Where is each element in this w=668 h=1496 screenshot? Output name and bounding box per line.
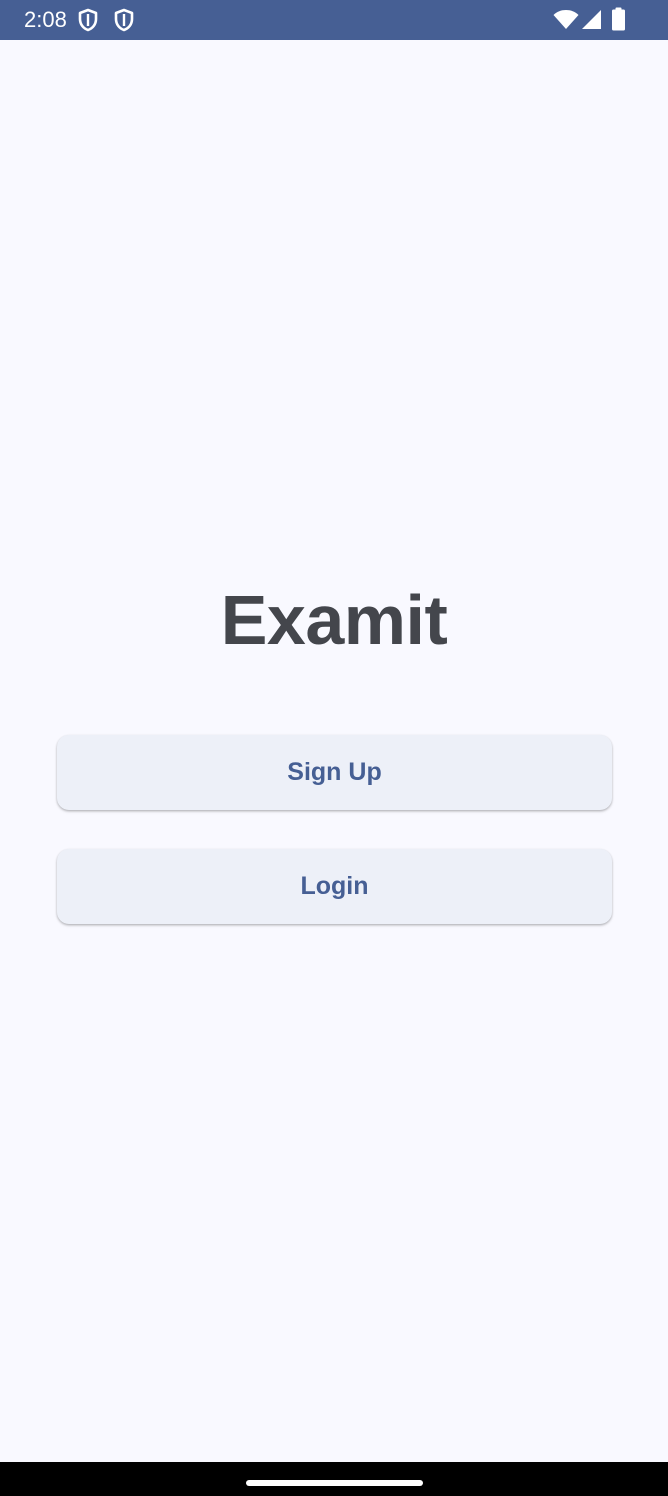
app-title: Examit: [220, 581, 448, 659]
shield-icon: [78, 8, 98, 32]
navigation-bar: [0, 1462, 668, 1496]
status-bar: 2:08: [0, 0, 668, 40]
status-time: 2:08: [24, 7, 67, 32]
home-indicator[interactable]: [246, 1480, 423, 1486]
wifi-icon: [553, 10, 579, 29]
battery-icon: [612, 7, 625, 31]
welcome-screen: Examit Sign Up Login: [0, 40, 668, 1462]
login-button[interactable]: Login: [57, 849, 612, 924]
signal-icon: [582, 10, 601, 29]
sign-up-button[interactable]: Sign Up: [57, 735, 612, 810]
shield-icon: [114, 8, 134, 32]
